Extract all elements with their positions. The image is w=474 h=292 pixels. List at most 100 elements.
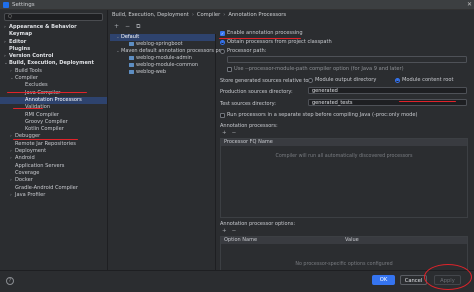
processor-path-label: Processor path: bbox=[227, 48, 267, 54]
sidebar-item-label: Version Control bbox=[9, 53, 54, 60]
sidebar-item[interactable]: Plugins bbox=[0, 46, 107, 53]
copy-profile-button[interactable]: ⧉ bbox=[136, 24, 140, 30]
sidebar-item-label: Docker bbox=[15, 177, 33, 184]
processor-path-radio[interactable] bbox=[220, 48, 225, 54]
ok-button[interactable]: OK bbox=[372, 275, 395, 285]
separate-step-row[interactable]: Run processors in a separate step before… bbox=[220, 112, 418, 118]
sidebar-item[interactable]: Groovy Compiler bbox=[0, 119, 107, 126]
sidebar-item[interactable]: › Deployment bbox=[0, 148, 107, 155]
add-profile-button[interactable]: + bbox=[114, 24, 119, 30]
sidebar-item-label: Excludes bbox=[25, 82, 48, 89]
module-output-dir-label: Module output directory bbox=[315, 77, 377, 83]
settings-search-input[interactable]: Q bbox=[4, 13, 103, 21]
breadcrumb-item: Build, Execution, Deployment bbox=[112, 12, 189, 18]
sidebar-item[interactable]: › Version Control bbox=[0, 53, 107, 60]
settings-tree: › Appearance & Behavior Keymap › Editor Plugi… bbox=[0, 24, 107, 199]
profile-item-label: Default bbox=[121, 34, 140, 40]
module-path-checkbox[interactable] bbox=[227, 66, 232, 72]
sidebar-item[interactable]: Java Compiler bbox=[0, 90, 107, 97]
sidebar-item[interactable]: › Android bbox=[0, 155, 107, 162]
module-output-dir-radio[interactable] bbox=[308, 77, 313, 83]
remove-profile-button[interactable]: − bbox=[125, 24, 130, 30]
options-table-header: Option Name Value bbox=[221, 237, 467, 244]
production-sources-input[interactable]: generated bbox=[308, 87, 467, 94]
module-content-root-row[interactable]: Module content root bbox=[395, 77, 453, 83]
remove-option-button[interactable]: − bbox=[232, 228, 237, 234]
processor-path-field bbox=[227, 56, 467, 63]
enable-annotation-processing-row[interactable]: ✓ Enable annotation processing bbox=[220, 30, 303, 36]
profile-item[interactable]: ⌄Default bbox=[110, 34, 215, 41]
processors-table: Processor FQ Name Compiler will run all … bbox=[220, 138, 468, 218]
sidebar-item[interactable]: › Editor bbox=[0, 39, 107, 46]
sidebar-item[interactable]: › Build Tools bbox=[0, 68, 107, 75]
options-toolbar: + − bbox=[222, 228, 236, 234]
cancel-button[interactable]: Cancel bbox=[400, 275, 427, 285]
sidebar-item[interactable]: RMI Compiler bbox=[0, 112, 107, 119]
profile-item[interactable]: weblog-springboot bbox=[110, 41, 215, 48]
sidebar-item[interactable]: Coverage bbox=[0, 170, 107, 177]
sidebar-item[interactable]: Kotlin Compiler bbox=[0, 126, 107, 133]
store-generated-label: Store generated sources relative to: bbox=[220, 78, 311, 84]
module-output-dir-row[interactable]: Module output directory bbox=[308, 77, 376, 83]
sidebar-item-label: RMI Compiler bbox=[25, 111, 59, 118]
enable-annotation-processing-label: Enable annotation processing bbox=[227, 30, 303, 36]
obtain-from-classpath-radio[interactable] bbox=[220, 39, 225, 45]
sidebar-item[interactable]: Keymap bbox=[0, 31, 107, 38]
sidebar-item-label: Coverage bbox=[15, 169, 40, 176]
profile-item-label: weblog-springboot bbox=[136, 41, 183, 47]
enable-annotation-processing-checkbox[interactable]: ✓ bbox=[220, 30, 225, 36]
processor-path-row[interactable]: Processor path: bbox=[220, 48, 266, 54]
sidebar-item-label: Plugins bbox=[9, 45, 31, 52]
profile-item-label: Maven default annotation processors pro bbox=[121, 48, 224, 54]
intellij-app-icon bbox=[3, 1, 9, 8]
help-icon[interactable]: ? bbox=[6, 277, 14, 285]
remove-processor-button[interactable]: − bbox=[232, 130, 237, 136]
breadcrumb-item: Compiler bbox=[196, 12, 221, 18]
option-name-header: Option Name bbox=[224, 237, 258, 243]
profile-item-label: weblog-module-common bbox=[136, 62, 199, 68]
add-processor-button[interactable]: + bbox=[222, 130, 227, 136]
profile-item[interactable]: weblog-module-common bbox=[110, 62, 215, 69]
module-content-root-radio[interactable] bbox=[395, 77, 400, 83]
separate-step-checkbox[interactable] bbox=[220, 112, 225, 118]
profiles-tree: ⌄Default weblog-springboot ⌄Maven default … bbox=[110, 34, 224, 270]
sidebar-item[interactable]: › Appearance & Behavior bbox=[0, 24, 107, 31]
sidebar-item-label: Gradle-Android Compiler bbox=[15, 184, 78, 191]
processor-options-section: Annotation processor options: bbox=[220, 221, 296, 227]
sidebar-item[interactable]: ⌄Build, Execution, Deployment bbox=[0, 60, 107, 67]
processor-fq-name-header: Processor FQ Name bbox=[221, 139, 467, 146]
add-option-button[interactable]: + bbox=[222, 228, 227, 234]
profile-item-label: weblog-web bbox=[136, 69, 167, 75]
sidebar-item-label: Groovy Compiler bbox=[25, 118, 68, 125]
obtain-from-classpath-row[interactable]: Obtain processors from project classpath bbox=[220, 39, 332, 45]
annotation-processors-section: Annotation processors: bbox=[220, 123, 278, 129]
sidebar-item[interactable]: › Docker bbox=[0, 177, 107, 184]
options-empty-text: No processor-specific options configured bbox=[295, 262, 393, 267]
module-content-root-label: Module content root bbox=[402, 77, 454, 83]
profile-item[interactable]: ⌄Maven default annotation processors pro bbox=[110, 48, 224, 55]
window-controls: ✕ bbox=[467, 1, 472, 8]
sidebar-item[interactable]: Excludes bbox=[0, 82, 107, 89]
profile-item[interactable]: weblog-web bbox=[110, 69, 215, 76]
sidebar-item-label: Compiler bbox=[15, 75, 38, 82]
sidebar-item-label: Android bbox=[15, 155, 35, 162]
close-window-icon[interactable]: ✕ bbox=[467, 1, 472, 8]
dialog-footer: ? OK Cancel Apply bbox=[0, 270, 474, 292]
sidebar-item-label: Annotation Processors bbox=[25, 96, 82, 103]
profile-item[interactable]: weblog-module-admin bbox=[110, 55, 215, 62]
sidebar-item[interactable]: Gradle-Android Compiler bbox=[0, 185, 107, 192]
sidebar-item[interactable]: Annotation Processors bbox=[0, 96, 107, 105]
sidebar-item-label: Deployment bbox=[15, 148, 47, 155]
sidebar-item[interactable]: ⌄Compiler bbox=[0, 75, 107, 82]
breadcrumb-separator: › bbox=[191, 12, 194, 18]
module-path-row[interactable]: Use --processor-module-path compiler opt… bbox=[227, 66, 404, 72]
test-sources-label: Test sources directory: bbox=[220, 101, 276, 107]
sidebar-item[interactable]: Application Servers bbox=[0, 163, 107, 170]
sidebar-item-label: Build, Execution, Deployment bbox=[9, 60, 94, 67]
sidebar-item[interactable]: Remote Jar Repositories bbox=[0, 141, 107, 148]
profiles-toolbar: + − ⧉ bbox=[110, 24, 140, 30]
production-sources-label: Production sources directory: bbox=[220, 89, 293, 95]
module-folder-icon bbox=[129, 55, 134, 60]
module-folder-icon bbox=[129, 69, 134, 74]
sidebar-item[interactable]: › Java Profiler bbox=[0, 192, 107, 199]
